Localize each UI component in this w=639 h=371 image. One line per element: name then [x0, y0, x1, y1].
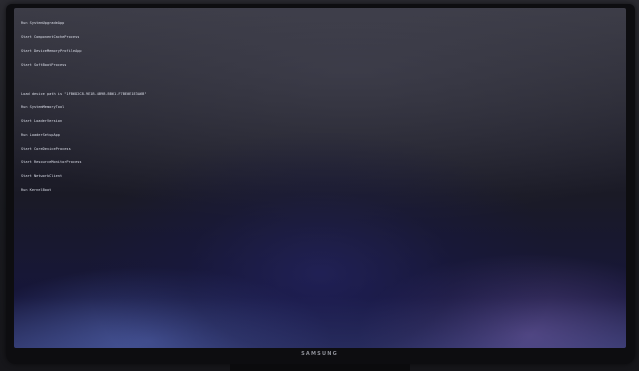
- console-line: Start LoaderVersion: [21, 119, 63, 124]
- console-line: Start CoreDeviceProcess: [21, 146, 71, 151]
- console-line: Load device path is "1FB6D2C8-9E1B-4B9B-…: [21, 91, 147, 96]
- boot-console: Run SystemUpgradeApp Start ComponentCach…: [21, 12, 321, 202]
- monitor-screen: Run SystemUpgradeApp Start ComponentCach…: [14, 8, 626, 348]
- console-gap: [21, 76, 321, 82]
- console-line: Run LoaderSetupApp: [21, 132, 60, 137]
- console-line: Start NetworkClient: [21, 174, 63, 179]
- console-line: Start DeviceMemoryProfileApp: [21, 48, 82, 53]
- monitor-brand-logo: SAMSUNG: [301, 351, 338, 357]
- console-line: Run SystemMemoryTool: [21, 105, 65, 110]
- console-line: Start ComponentCacheProcess: [21, 34, 80, 39]
- monitor-stand: [230, 364, 410, 371]
- console-line: Start ResourceMonitorProcess: [21, 160, 82, 165]
- console-line: Start SoftBootProcess: [21, 62, 67, 67]
- console-line: Run SystemUpgradeApp: [21, 21, 65, 26]
- console-line: Run KernelBoot: [21, 187, 52, 192]
